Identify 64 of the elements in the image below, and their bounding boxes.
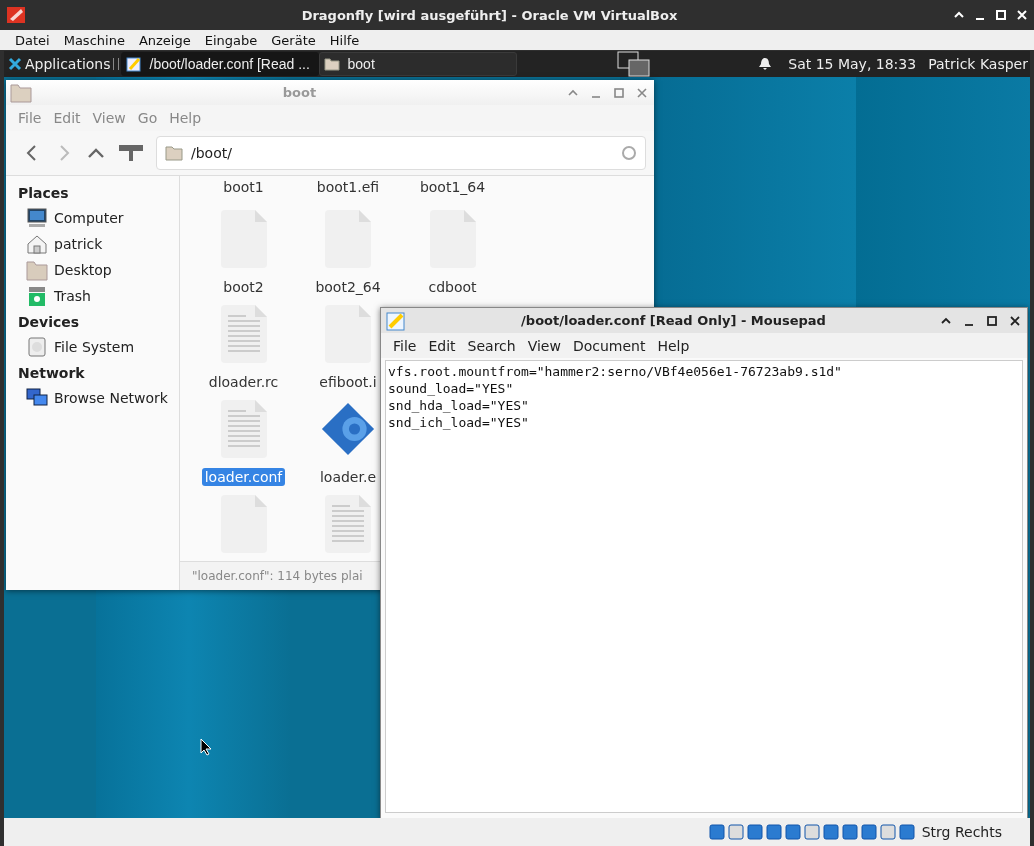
notification-bell-icon[interactable] <box>758 57 773 71</box>
text-line: vfs.root.mountfrom="hammer2:serno/VBf4e056e1-76723ab9.s1d" <box>388 363 843 380</box>
file-name[interactable]: boot2 <box>220 278 267 296</box>
workspace-switcher-icon[interactable] <box>616 51 651 77</box>
text-area[interactable]: vfs.root.mountfrom="hammer2:serno/VBf4e056e1-76723ab9.s1d" sound_load="YES" snd_hda_load="YES" snd_ich_load="YES" <box>385 360 1023 813</box>
sidebar-heading: Network <box>18 364 86 383</box>
sidebar-item[interactable]: patrick <box>18 231 179 257</box>
menu-item[interactable]: Datei <box>8 32 57 48</box>
folder-icon <box>323 56 340 72</box>
menu-item[interactable]: Hilfe <box>322 32 367 48</box>
app-logo-icon <box>6 5 26 25</box>
sidebar-item[interactable]: Desktop <box>18 257 179 283</box>
sidebar-heading: Devices <box>18 313 81 332</box>
file-name[interactable]: efiboot.i <box>316 373 380 391</box>
folder-icon <box>10 81 32 104</box>
panel-separator-icon <box>112 58 119 70</box>
file-name[interactable]: boot1_64 <box>416 178 489 196</box>
applications-menu-button[interactable]: Applications <box>4 51 113 77</box>
mouse-pointer-icon <box>200 738 212 756</box>
menu-item[interactable]: Search <box>461 337 522 354</box>
status-text: "loader.conf": 114 bytes plai <box>192 569 363 583</box>
menu-item[interactable]: File <box>387 337 423 354</box>
computer-icon <box>26 207 48 229</box>
text-line: snd_hda_load="YES" <box>388 397 530 414</box>
notepad-icon <box>385 309 407 332</box>
sidebar-heading: Places <box>18 184 70 203</box>
window-title: /boot/loader.conf [Read Only] - Mousepad <box>520 313 827 328</box>
file-name[interactable]: boot1.efi <box>313 178 383 196</box>
menu-item[interactable]: Document <box>566 337 652 354</box>
taskbar-button[interactable]: /boot/loader.conf [Read ... <box>120 52 319 76</box>
window-title: Dragonfly [wird ausgeführt] - Oracle VM VirtualBox <box>300 7 679 23</box>
menu-item[interactable]: Anzeige <box>131 32 198 48</box>
text-line: snd_ich_load="YES" <box>388 414 530 431</box>
folder-icon <box>165 144 183 162</box>
file-name[interactable]: loader.conf <box>201 468 286 486</box>
taskbar-button[interactable]: boot <box>318 52 517 76</box>
maximize-icon[interactable] <box>986 314 998 327</box>
file-name[interactable]: boot1 <box>220 178 267 196</box>
menu-item[interactable]: Geräte <box>264 32 323 48</box>
close-icon[interactable] <box>1009 314 1021 327</box>
file-name[interactable]: loader.e <box>316 468 380 486</box>
user-name[interactable]: Patrick Kasper <box>928 56 1028 72</box>
trash-icon <box>26 285 48 307</box>
applications-icon <box>8 57 22 71</box>
menu-item[interactable]: Maschine <box>56 32 132 48</box>
drive-icon <box>26 336 48 358</box>
menu-item[interactable]: Help <box>651 337 696 354</box>
file-name[interactable]: boot2_64 <box>312 278 384 296</box>
notepad-icon <box>125 56 142 72</box>
sidebar-item[interactable]: File System <box>18 334 179 360</box>
file-name[interactable]: cdboot <box>425 278 480 296</box>
text-line: sound_load="YES" <box>388 380 515 397</box>
menu-item[interactable]: Eingabe <box>197 32 265 48</box>
location-field[interactable]: /boot/ <box>156 136 646 170</box>
menu-item[interactable]: Edit <box>422 337 462 354</box>
sidebar-item[interactable]: Computer <box>18 205 179 231</box>
sidebar-item[interactable]: Browse Network <box>18 385 179 411</box>
clock[interactable]: Sat 15 May, 18:33 <box>788 56 917 72</box>
file-name[interactable]: dloader.rc <box>205 373 282 391</box>
host-key-label: Strg Rechts <box>921 824 1002 840</box>
menu-item[interactable]: View <box>521 337 567 354</box>
sidebar-item[interactable]: Trash <box>18 283 179 309</box>
folder-icon <box>26 259 48 281</box>
window-title: boot <box>281 85 318 100</box>
